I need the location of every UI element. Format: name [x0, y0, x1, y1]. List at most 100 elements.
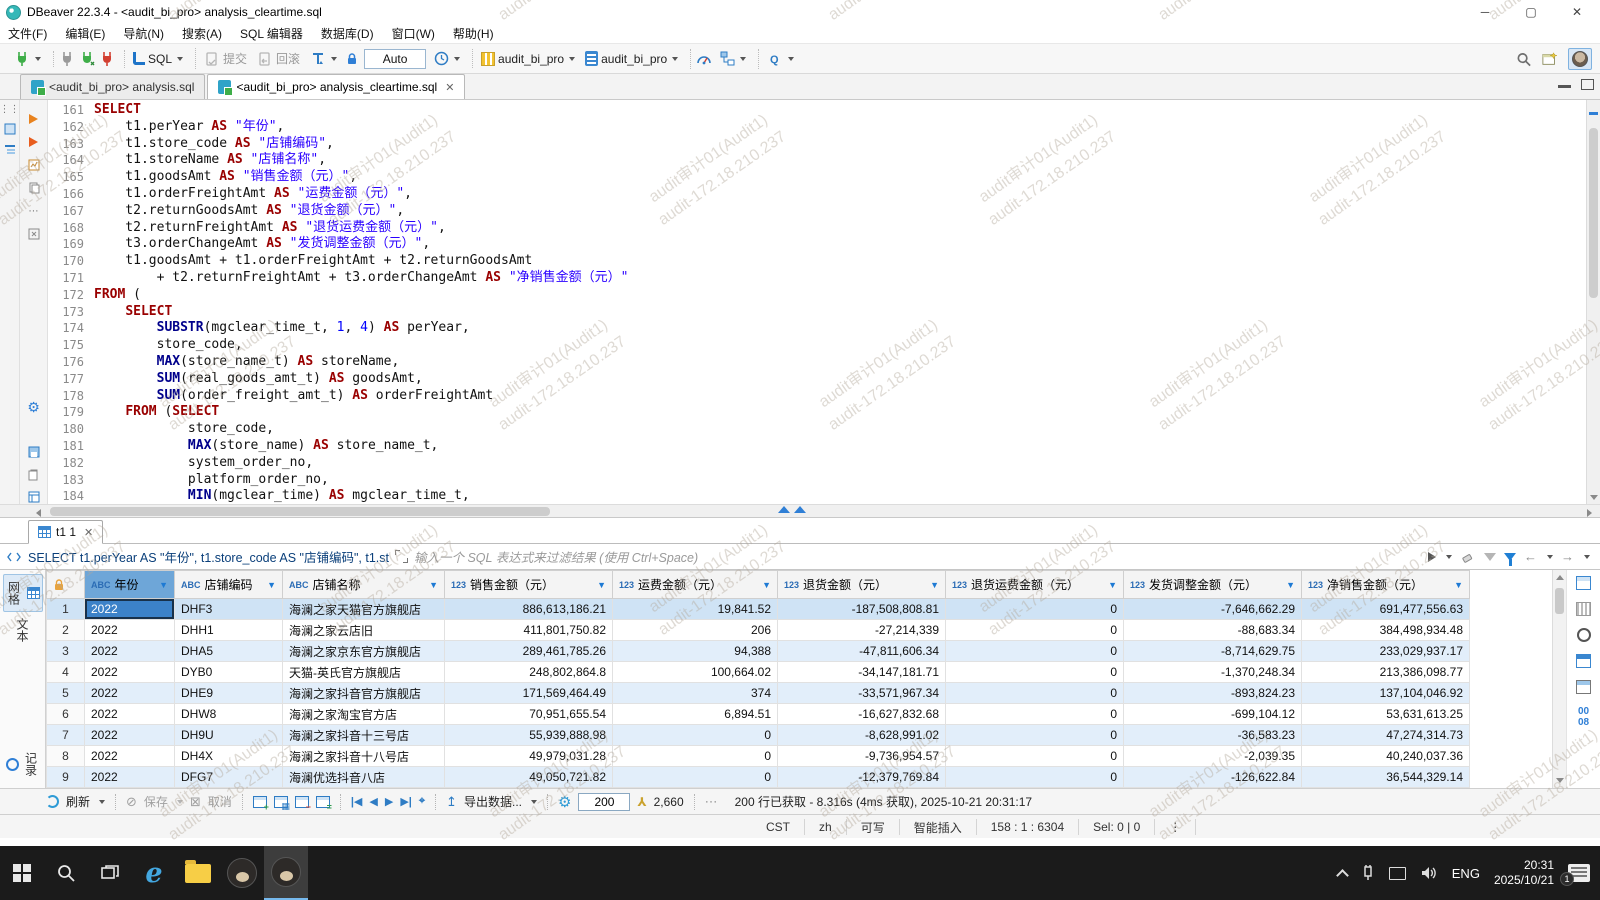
code-line[interactable]: 170 t1.goodsAmt + t1.orderFreightAmt + t…	[48, 253, 1586, 270]
code-line[interactable]: 171 + t2.returnFreightAmt + t3.orderChan…	[48, 270, 1586, 287]
results-tab[interactable]: t1 1 ✕	[28, 520, 103, 544]
grid-cell[interactable]: -34,147,181.71	[778, 662, 946, 683]
grid-cell[interactable]: -9,736,954.57	[778, 746, 946, 767]
column-filter-arrow-icon[interactable]: ▼	[429, 580, 438, 590]
quick-search-button[interactable]: Q	[764, 49, 797, 69]
grid-cell[interactable]: 384,498,934.48	[1302, 620, 1470, 641]
clear-filter-icon[interactable]	[1460, 549, 1476, 565]
column-header[interactable]: ABC店铺编码▼	[175, 571, 283, 599]
grid-cell[interactable]: -8,714,629.75	[1124, 641, 1302, 662]
lock-icon[interactable]	[344, 51, 360, 67]
row-number[interactable]: 1	[47, 599, 85, 620]
grid-cell[interactable]: 70,951,655.54	[445, 704, 613, 725]
code-line[interactable]: 180 store_code,	[48, 421, 1586, 438]
grid-cell[interactable]: 55,939,888.98	[445, 725, 613, 746]
first-row-icon[interactable]: |◀	[351, 795, 363, 808]
grid-cell[interactable]: 411,801,750.82	[445, 620, 613, 641]
menu-item[interactable]: 导航(N)	[123, 25, 164, 42]
editor-minimize-icon[interactable]	[1558, 79, 1571, 88]
column-filter-arrow-icon[interactable]: ▼	[930, 580, 939, 590]
menu-item[interactable]: 编辑(E)	[65, 25, 105, 42]
grid-cell[interactable]: 0	[946, 725, 1124, 746]
table-row[interactable]: 12022DHF3海澜之家天猫官方旗舰店886,613,186.2119,841…	[47, 599, 1470, 620]
fetch-size-input[interactable]	[578, 793, 630, 811]
code-line[interactable]: 178 SUM(order_freight_amt_t) AS orderFre…	[48, 388, 1586, 405]
column-header[interactable]: 123净销售金额（元）▼	[1302, 571, 1470, 599]
menu-item[interactable]: SQL 编辑器	[240, 25, 303, 42]
grid-cell[interactable]: 100,664.02	[613, 662, 778, 683]
code-line[interactable]: 168 t2.returnFreightAmt AS "退货运费金额（元）",	[48, 220, 1586, 237]
scroll-down-icon[interactable]	[1556, 778, 1564, 783]
custom-filter-icon[interactable]	[1504, 553, 1516, 561]
code-line[interactable]: 173 SELECT	[48, 304, 1586, 321]
grid-cell[interactable]: DH4X	[175, 746, 283, 767]
statusbar-item[interactable]: 智能插入	[900, 819, 977, 835]
cancel-button[interactable]: 取消	[208, 793, 232, 810]
grid-cell[interactable]: 海澜之家云店旧	[283, 620, 445, 641]
grid-settings-gear-icon[interactable]: ⚙	[558, 793, 571, 811]
grid-cell[interactable]: -8,628,991.02	[778, 725, 946, 746]
transaction-log-button[interactable]	[307, 49, 340, 69]
sql-code-area[interactable]: 161SELECT162 t1.perYear AS "年份",163 t1.s…	[48, 100, 1586, 504]
grid-cell[interactable]: 海澜之家抖音十三号店	[283, 725, 445, 746]
grid-cell[interactable]: 2022	[85, 725, 175, 746]
filter-input[interactable]: 输入一个 SQL 表达式来过滤结果 (使用 Ctrl+Space)	[414, 547, 1422, 566]
grid-cell[interactable]: 2022	[85, 683, 175, 704]
tx-mode-select[interactable]: Auto	[364, 49, 426, 69]
grid-cell[interactable]: -893,824.23	[1124, 683, 1302, 704]
taskbar-search-button[interactable]	[44, 846, 88, 900]
results-view-tab-grid[interactable]: 网格	[3, 574, 43, 612]
grid-cell[interactable]: 40,240,037.36	[1302, 746, 1470, 767]
grid-cell[interactable]: DYB0	[175, 662, 283, 683]
grid-cell[interactable]: DHF3	[175, 599, 283, 620]
total-row-count[interactable]: 2,660	[654, 795, 684, 809]
grid-cell[interactable]: -12,379,769.84	[778, 767, 946, 788]
outline-icon[interactable]	[3, 142, 17, 156]
grid-cell[interactable]: -16,627,832.68	[778, 704, 946, 725]
code-line[interactable]: 181 MAX(store_name) AS store_name_t,	[48, 438, 1586, 455]
row-number[interactable]: 4	[47, 662, 85, 683]
editor-tab[interactable]: <audit_bi_pro> analysis.sql	[20, 74, 205, 99]
grid-cell[interactable]: 233,029,937.17	[1302, 641, 1470, 662]
grid-cell[interactable]: 0	[613, 767, 778, 788]
grid-cell[interactable]: 0	[946, 620, 1124, 641]
action-center-icon[interactable]: 1	[1568, 864, 1590, 882]
table-row[interactable]: 92022DFG7海澜优选抖音八店49,050,721.820-12,379,7…	[47, 767, 1470, 788]
grid-cell[interactable]: 0	[946, 599, 1124, 620]
grid-cell[interactable]: -88,683.34	[1124, 620, 1302, 641]
grid-cell[interactable]: -47,811,606.34	[778, 641, 946, 662]
grid-cell[interactable]: 2022	[85, 767, 175, 788]
perspective-icon[interactable]	[1542, 51, 1558, 67]
grid-cell[interactable]: 0	[946, 704, 1124, 725]
code-line[interactable]: 183 platform_order_no,	[48, 472, 1586, 489]
grid-cell[interactable]: 0	[613, 746, 778, 767]
nav-back-icon[interactable]: ←	[1524, 549, 1537, 564]
statusbar-item[interactable]: zh	[805, 819, 847, 835]
column-header[interactable]: 123退货金额（元）▼	[778, 571, 946, 599]
grid-cell[interactable]: 2022	[85, 662, 175, 683]
row-header-corner[interactable]	[47, 571, 85, 599]
table-row[interactable]: 82022DH4X海澜之家抖音十八号店49,979,031.280-9,736,…	[47, 746, 1470, 767]
apply-filter-icon[interactable]	[1428, 552, 1436, 562]
dropdown-arrow-icon[interactable]	[1584, 555, 1590, 559]
editor-maximize-icon[interactable]	[1581, 79, 1594, 90]
copy-icon[interactable]	[27, 181, 41, 195]
code-line[interactable]: 174 SUBSTR(mgclear_time_t, 1, 4) AS perY…	[48, 320, 1586, 337]
grid-cell[interactable]: 海澜优选抖音八店	[283, 767, 445, 788]
row-number[interactable]: 8	[47, 746, 85, 767]
grid-cell[interactable]: 0	[613, 725, 778, 746]
save-button[interactable]: 保存	[144, 793, 168, 810]
er-diagram-button[interactable]	[716, 49, 749, 69]
column-header[interactable]: 123退货运费金额（元）▼	[946, 571, 1124, 599]
add-row-icon[interactable]	[253, 796, 267, 808]
splitter-handle[interactable]	[778, 506, 806, 513]
expand-filter-icon[interactable]	[395, 550, 408, 563]
grid-cell[interactable]: 海澜之家京东官方旗舰店	[283, 641, 445, 662]
fetch-page-icon[interactable]: ⌖	[419, 795, 425, 808]
column-filter-arrow-icon[interactable]: ▼	[267, 580, 276, 590]
grid-cell[interactable]: 248,802,864.8	[445, 662, 613, 683]
grid-cell[interactable]: 886,613,186.21	[445, 599, 613, 620]
editor-vertical-scrollbar[interactable]	[1586, 100, 1600, 504]
menu-item[interactable]: 搜索(A)	[182, 25, 222, 42]
grid-cell[interactable]: -126,622.84	[1124, 767, 1302, 788]
